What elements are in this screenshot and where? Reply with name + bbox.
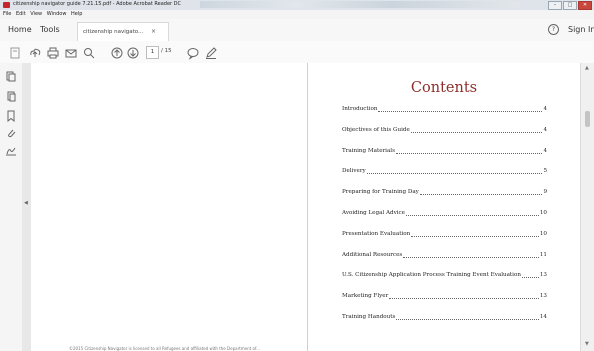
scroll-up-icon[interactable]: ▲ xyxy=(585,65,589,71)
toc-label: Training Handouts xyxy=(342,314,396,320)
toc-page: 4 xyxy=(543,147,547,154)
toc-label: U.S. Citizenship Application Process Tra… xyxy=(342,272,521,279)
toc-page: 5 xyxy=(543,168,547,175)
toc-item[interactable]: Additional Resources 11 xyxy=(342,252,547,260)
signature-icon[interactable] xyxy=(5,141,17,156)
contents-title: Contents xyxy=(410,80,478,96)
title-bar: citizenship navigator guide 7.21.15.pdf … xyxy=(0,0,594,10)
toc-item[interactable]: Training Handouts 14 xyxy=(342,314,547,322)
pen-icon[interactable] xyxy=(204,45,218,59)
toc-label: Presentation Evaluation xyxy=(342,230,411,237)
toc-leader xyxy=(396,314,539,320)
upload-icon[interactable] xyxy=(28,45,42,59)
toc-label: Preparing for Training Day xyxy=(342,189,419,196)
toc-item[interactable]: Presentation Evaluation 10 xyxy=(342,231,547,239)
toc-item[interactable]: Delivery 5 xyxy=(342,168,547,176)
print-icon[interactable] xyxy=(46,45,60,59)
toc-leader xyxy=(403,252,539,258)
panel-collapse-icon[interactable]: ◀ xyxy=(24,200,28,206)
close-button[interactable]: ✕ xyxy=(578,1,592,10)
pdf-page-right: Contents Introduction 4 Objectives of thi… xyxy=(308,63,580,351)
help-icon[interactable]: ? xyxy=(548,24,559,35)
maximize-button[interactable]: □ xyxy=(563,1,577,10)
menu-help[interactable]: Help xyxy=(71,10,82,19)
document-tab-label: citizenship navigato... xyxy=(83,29,144,35)
toc-item[interactable]: Marketing Flyer 13 xyxy=(342,293,547,301)
toc-page: 4 xyxy=(543,126,547,133)
toc-leader xyxy=(405,210,539,216)
toc-label: Additional Resources xyxy=(342,251,403,258)
menu-view[interactable]: View xyxy=(30,10,42,19)
comment-icon[interactable] xyxy=(186,45,200,60)
toc-label: Avoiding Legal Advice xyxy=(342,210,405,216)
acrobat-app-icon xyxy=(3,2,10,8)
document-tab[interactable]: citizenship navigato... × xyxy=(77,22,169,42)
toc-label: Delivery xyxy=(342,168,366,175)
toc-item[interactable]: Introduction 4 xyxy=(342,106,547,114)
navigation-panel xyxy=(0,63,23,351)
toc-leader xyxy=(411,231,539,237)
toc-page: 13 xyxy=(539,293,547,300)
toc-leader xyxy=(521,272,539,279)
toc-page: 13 xyxy=(539,272,547,279)
page-number-input[interactable]: 1 xyxy=(146,46,159,59)
toc-page: 14 xyxy=(539,314,547,320)
toc-item[interactable]: Preparing for Training Day 9 xyxy=(342,189,547,197)
toc-item[interactable]: Training Materials 4 xyxy=(342,148,547,156)
page-down-icon[interactable] xyxy=(126,45,140,59)
bookmark-icon[interactable] xyxy=(5,107,17,123)
toc-leader xyxy=(366,168,543,175)
page-total: / 15 xyxy=(161,48,172,54)
paperclip-icon[interactable] xyxy=(5,124,17,138)
attachment-icon[interactable] xyxy=(5,67,17,82)
scroll-down-icon[interactable]: ▼ xyxy=(585,341,589,347)
scroll-thumb[interactable] xyxy=(585,111,590,127)
menu-window[interactable]: Window xyxy=(47,10,67,19)
window-controls: – □ ✕ xyxy=(548,1,592,10)
toc-label: Training Materials xyxy=(342,147,395,154)
toc-leader xyxy=(389,293,539,300)
toc-label: Marketing Flyer xyxy=(342,293,389,300)
search-icon[interactable] xyxy=(82,45,96,59)
email-icon[interactable] xyxy=(64,45,78,59)
toolbar: 1 / 15 xyxy=(0,41,594,64)
menu-edit[interactable]: Edit xyxy=(16,10,26,19)
layers-icon[interactable] xyxy=(5,87,17,102)
save-icon[interactable] xyxy=(8,45,22,59)
pdf-page-left: ©2015 Citizenship Navigator is licensed … xyxy=(31,63,308,351)
sign-in-link[interactable]: Sign In xyxy=(568,25,594,34)
vertical-scrollbar[interactable]: ▲ ▼ xyxy=(580,63,594,351)
toc-label: Introduction xyxy=(342,106,378,112)
page-footer-text: ©2015 Citizenship Navigator is licensed … xyxy=(69,346,260,351)
toc-leader xyxy=(395,148,543,154)
home-tab[interactable]: Home xyxy=(8,25,32,34)
toc-page: 10 xyxy=(539,210,547,216)
toc-page: 11 xyxy=(539,251,547,258)
toc-page: 4 xyxy=(543,106,547,112)
toc-leader xyxy=(410,127,543,133)
window-title: citizenship navigator guide 7.21.15.pdf … xyxy=(13,1,182,7)
toc-page: 9 xyxy=(543,189,547,196)
menu-bar: File Edit View Window Help xyxy=(0,10,594,19)
toc-item[interactable]: Objectives of this Guide 4 xyxy=(342,127,547,135)
tools-tab[interactable]: Tools xyxy=(40,25,60,34)
tab-close-button[interactable]: × xyxy=(151,28,156,35)
taskbar-blur xyxy=(200,1,520,8)
toc-leader xyxy=(419,189,543,196)
toc-item[interactable]: Avoiding Legal Advice 10 xyxy=(342,210,547,218)
nav-bar: Home Tools citizenship navigato... × ? S… xyxy=(0,19,594,42)
toc-label: Objectives of this Guide xyxy=(342,126,410,133)
minimize-button[interactable]: – xyxy=(548,1,562,10)
page-up-icon[interactable] xyxy=(110,45,124,59)
toc-item[interactable]: U.S. Citizenship Application Process Tra… xyxy=(342,272,547,280)
toc-page: 10 xyxy=(539,230,547,237)
toc-leader xyxy=(378,106,543,112)
menu-file[interactable]: File xyxy=(3,10,11,19)
